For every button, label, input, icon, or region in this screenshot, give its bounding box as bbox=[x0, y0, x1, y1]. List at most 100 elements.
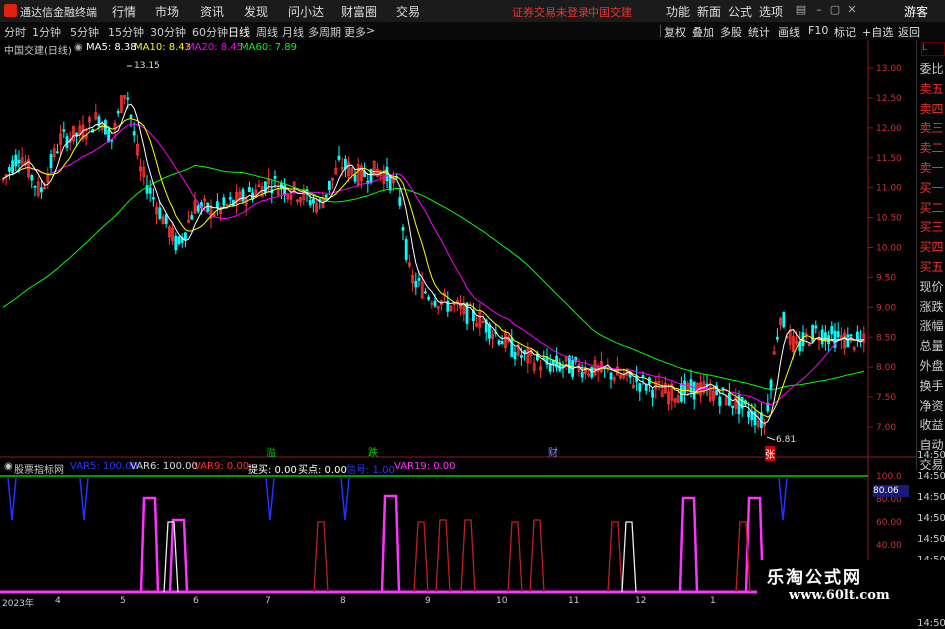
candle-body bbox=[651, 389, 654, 398]
sidebar-item[interactable]: 卖五 bbox=[917, 80, 945, 97]
candle-body bbox=[568, 355, 571, 374]
ind-blue-spike bbox=[340, 477, 350, 521]
sidebar-time: 14:50 bbox=[917, 513, 945, 524]
marker-4[interactable]: 张 bbox=[765, 446, 775, 461]
candle-body bbox=[404, 239, 408, 260]
ind-y-tick-label: 100.0 bbox=[876, 472, 902, 482]
low-price-label: 6.81 bbox=[776, 435, 796, 445]
candle-body bbox=[718, 396, 722, 406]
marker-3[interactable]: 财 bbox=[548, 444, 558, 459]
sidebar-item[interactable]: 总量 bbox=[917, 337, 945, 354]
date-label: 10 bbox=[496, 596, 508, 606]
candle-body bbox=[14, 154, 18, 167]
ind-magenta-pulse bbox=[139, 496, 160, 593]
candle-body bbox=[497, 340, 501, 345]
ind-white-pulse bbox=[621, 521, 637, 593]
candle-body bbox=[641, 375, 645, 377]
sidebar-item[interactable]: 收益 bbox=[917, 416, 945, 433]
candle-body bbox=[500, 340, 504, 345]
candle-body bbox=[388, 175, 392, 191]
candle-body bbox=[308, 200, 312, 206]
kline-chart[interactable]: 13.00 12.50 12.00 11.50 11.00 10.50 10.00 9.50 9… bbox=[0, 0, 916, 609]
indicator-name[interactable]: 股票指标网 bbox=[14, 461, 64, 476]
date-label: 8 bbox=[340, 596, 346, 606]
candle-body bbox=[132, 131, 136, 136]
sidebar-item[interactable]: 现价 bbox=[917, 278, 945, 295]
marker-2[interactable]: 跌 bbox=[368, 444, 378, 459]
candle-body bbox=[692, 381, 696, 400]
candle-body bbox=[283, 185, 287, 196]
ind-current-value: 80.06 bbox=[873, 485, 909, 497]
stock-label[interactable]: 中国交建(日线) bbox=[4, 42, 72, 57]
y-axis-ticks: 13.00 12.50 12.00 11.50 11.00 10.50 10.00 9.50 9… bbox=[868, 64, 902, 433]
sidebar-time: 14:50 bbox=[917, 471, 945, 482]
sidebar-time: 14:50 bbox=[917, 450, 945, 461]
sidebar-time: 14:50 bbox=[917, 618, 945, 629]
candle-body bbox=[337, 155, 341, 160]
sidebar-item[interactable]: 涨跌 bbox=[917, 298, 945, 315]
sidebar-item[interactable]: 净资 bbox=[917, 397, 945, 414]
y-tick-label: 8.00 bbox=[876, 363, 896, 373]
candle-body bbox=[158, 207, 162, 219]
sidebar-item[interactable]: 外盘 bbox=[917, 357, 945, 374]
sidebar-item[interactable]: 涨幅 bbox=[917, 317, 945, 334]
candle-body bbox=[846, 334, 850, 348]
candle-body bbox=[247, 187, 251, 193]
sidebar-item[interactable]: 买三 bbox=[917, 218, 945, 235]
sidebar-item[interactable]: 买二 bbox=[917, 199, 945, 216]
date-label: 11 bbox=[568, 596, 580, 606]
var19-label: VAR19: 0.00 bbox=[394, 461, 456, 472]
sidebar-item[interactable]: 买五 bbox=[917, 258, 945, 275]
sidebar-time: 14:50 bbox=[917, 534, 945, 545]
candle-body bbox=[731, 405, 734, 409]
candle-body bbox=[427, 296, 431, 300]
ind-red-pulse bbox=[507, 521, 523, 593]
candle-body bbox=[311, 198, 315, 204]
candle-body bbox=[273, 175, 277, 179]
sidebar-toggle[interactable]: L bbox=[921, 42, 945, 56]
xinhao-label: 信号: 1.00 bbox=[346, 465, 395, 476]
candle-body bbox=[190, 215, 194, 220]
ind-y-tick-label: 60.00 bbox=[876, 518, 902, 528]
candle-body bbox=[17, 159, 21, 164]
sidebar-item[interactable]: 卖四 bbox=[917, 100, 945, 117]
y-tick-label: 10.50 bbox=[876, 214, 902, 224]
date-label: 1 bbox=[710, 596, 716, 606]
candle-body bbox=[830, 326, 834, 335]
sidebar-item[interactable]: 卖二 bbox=[917, 139, 945, 156]
sidebar-item[interactable]: 卖一 bbox=[917, 159, 945, 176]
date-label: 12 bbox=[635, 596, 647, 606]
candle-body bbox=[824, 332, 827, 342]
candle-body bbox=[222, 197, 226, 206]
ma20-line bbox=[2, 123, 864, 406]
candle-body bbox=[62, 129, 66, 132]
candle-body bbox=[206, 202, 210, 212]
date-label: 6 bbox=[193, 596, 199, 606]
candle-body bbox=[129, 114, 133, 118]
candle-body bbox=[552, 360, 555, 365]
marker-1[interactable]: 溢 bbox=[266, 444, 276, 459]
sidebar-item[interactable]: 买四 bbox=[917, 238, 945, 255]
sidebar-item[interactable]: 卖三 bbox=[917, 119, 945, 136]
ind-settings-icon[interactable]: ◉ bbox=[4, 461, 13, 472]
sidebar-item[interactable]: 委比 bbox=[917, 60, 945, 77]
var9-label: VAR9: 0.00 bbox=[194, 461, 250, 472]
sidebar-item[interactable]: 换手 bbox=[917, 377, 945, 394]
candle-body bbox=[747, 411, 750, 418]
settings-icon[interactable]: ◉ bbox=[74, 42, 83, 53]
ind-red-pulse bbox=[413, 521, 429, 593]
candle-body bbox=[126, 97, 130, 100]
indicator-bars bbox=[7, 477, 788, 593]
y-tick-label: 13.00 bbox=[876, 64, 902, 74]
watermark: 乐淘公式网 www.60lt.com bbox=[757, 560, 945, 609]
candle-body bbox=[49, 154, 53, 169]
candle-body bbox=[680, 383, 683, 402]
candle-body bbox=[324, 194, 328, 198]
ma60-line bbox=[2, 164, 864, 390]
candle-body bbox=[116, 111, 120, 114]
sidebar-item[interactable]: 买一 bbox=[917, 179, 945, 196]
watermark-title: 乐淘公式网 bbox=[767, 568, 862, 588]
candle-body bbox=[215, 201, 219, 209]
ind-red-pulse bbox=[435, 519, 451, 593]
candle-body bbox=[228, 197, 232, 200]
